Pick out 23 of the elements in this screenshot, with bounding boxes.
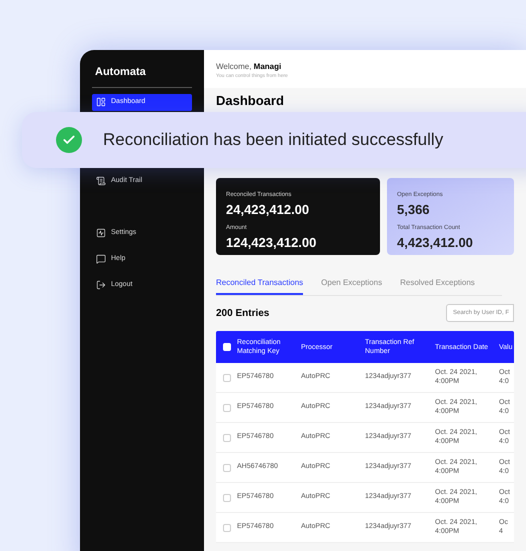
checkbox[interactable]: [223, 374, 231, 382]
nav-icon: [96, 97, 106, 107]
nav-icon: [96, 254, 106, 264]
stat-value: 4,423,412.00: [397, 234, 474, 252]
checkbox[interactable]: [223, 524, 231, 532]
nav-icon: [96, 228, 106, 238]
nav-icon: [96, 280, 106, 290]
checkbox[interactable]: [223, 343, 231, 351]
stat-value: 124,423,412.00: [226, 234, 318, 252]
page-title: Dashboard: [216, 93, 285, 108]
welcome-text: Welcome, Managi: [216, 61, 282, 73]
checkbox[interactable]: [223, 404, 231, 412]
stat-value: 5,366: [397, 201, 431, 219]
tab[interactable]: Reconciled Transactions: [216, 277, 304, 295]
checkbox[interactable]: [223, 434, 231, 442]
toast-message: Reconciliation has been initiated successfully: [103, 129, 444, 152]
nav-icon: [96, 176, 106, 186]
stat-value: 24,423,412.00: [226, 201, 310, 219]
app-title: Automata: [94, 65, 147, 80]
checkbox[interactable]: [223, 494, 231, 502]
entries-count: 200 Entries: [216, 306, 270, 320]
checkbox[interactable]: [223, 464, 231, 472]
success-check-icon: [56, 127, 82, 153]
